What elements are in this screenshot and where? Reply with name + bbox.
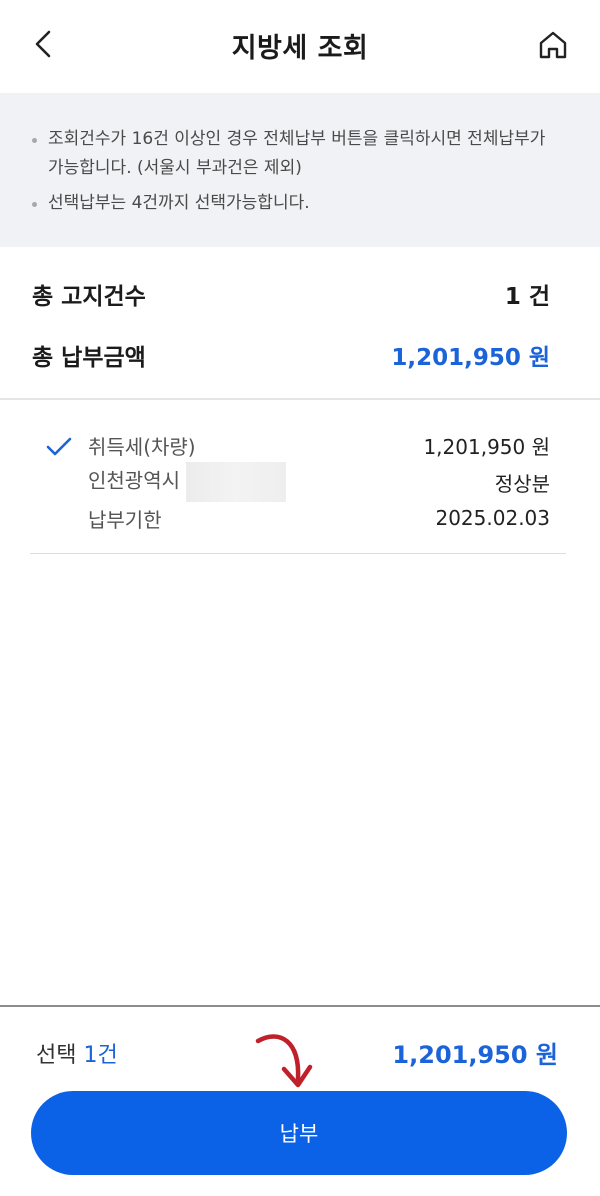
notice-item: 선택납부는 4건까지 선택가능합니다. <box>30 189 560 218</box>
tax-amount: 1,201,950 원 <box>423 434 550 459</box>
tax-region: 인천광역시 <box>88 468 180 493</box>
notice-box: 조회건수가 16건 이상인 경우 전체납부 버튼을 클릭하시면 전체납부가 가능… <box>0 93 600 247</box>
total-count-label: 총 고지건수 <box>32 284 146 310</box>
total-amount-label: 총 납부금액 <box>32 345 146 371</box>
app-header: 지방세 조회 <box>0 0 600 93</box>
tax-region-wrapper: 인천광역시 <box>88 462 286 502</box>
page-title: 지방세 조회 <box>231 33 369 64</box>
check-icon <box>46 437 72 456</box>
total-count-value: 1 건 <box>504 284 550 310</box>
selected-count-text: 선택 1건 <box>36 1037 118 1069</box>
total-amount-value: 1,201,950 원 <box>391 345 550 371</box>
tax-name-row: 취득세(차량) 1,201,950 원 <box>88 430 550 460</box>
divider <box>0 398 600 400</box>
selected-amount: 1,201,950 원 <box>392 1041 558 1069</box>
tax-region-row: 인천광역시 정상분 <box>88 462 550 502</box>
total-count-row: 총 고지건수 1 건 <box>32 274 550 314</box>
redacted-block <box>186 462 286 502</box>
pay-button[interactable]: 납부 <box>31 1091 567 1175</box>
home-icon <box>539 31 567 59</box>
notice-item: 조회건수가 16건 이상인 경우 전체납부 버튼을 클릭하시면 전체납부가 가능… <box>30 125 560 183</box>
selected-count: 1건 <box>83 1043 118 1068</box>
footer-bar: 선택 1건 1,201,950 원 납부 <box>0 1005 600 1196</box>
tax-name: 취득세(차량) <box>88 434 196 459</box>
due-label: 납부기한 <box>88 507 162 532</box>
tax-type: 정상분 <box>494 471 550 496</box>
total-amount-row: 총 납부금액 1,201,950 원 <box>32 335 550 375</box>
item-checkbox[interactable] <box>46 436 72 458</box>
notice-list: 조회건수가 16건 이상인 경우 전체납부 버튼을 클릭하시면 전체납부가 가능… <box>30 125 560 218</box>
home-button[interactable] <box>530 22 576 68</box>
selected-prefix: 선택 <box>36 1043 84 1068</box>
tax-item[interactable]: 취득세(차량) 1,201,950 원 인천광역시 정상분 납부기한 2025.… <box>30 420 566 554</box>
annotation-arrow-icon <box>254 1027 318 1095</box>
due-date: 2025.02.03 <box>435 506 550 530</box>
tax-due-row: 납부기한 2025.02.03 <box>88 503 550 533</box>
